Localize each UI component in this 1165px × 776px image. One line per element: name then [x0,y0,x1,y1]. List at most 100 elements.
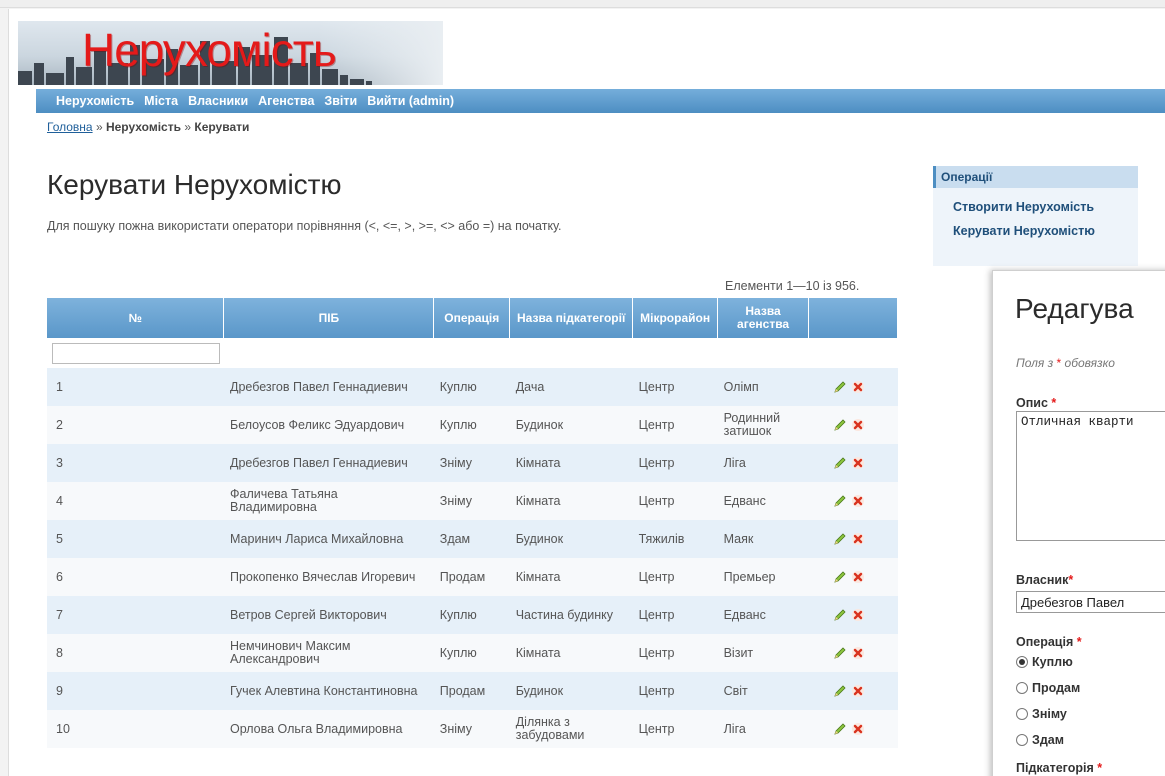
menu-item-realty[interactable]: Нерухомість [56,94,134,108]
cell-name: Ветров Сергей Викторович [223,596,434,634]
description-label: Опис * [1016,396,1056,410]
delete-cross-icon[interactable] [851,532,865,546]
table-row[interactable]: 9 Гучек Алевтина Константиновна Продам Буди… [47,672,898,710]
pencil-icon[interactable] [833,494,847,508]
menu-item-cities[interactable]: Міста [144,94,178,108]
cell-district: Центр [632,558,718,596]
radio-label: Здам [1032,733,1064,747]
edit-form-popup: Редагува Поля з * обовязко Опис * Отличн… [992,270,1165,776]
required-star: * [1051,396,1057,410]
top-strip [0,0,1165,8]
table-row[interactable]: 1 Дребезгов Павел Геннадиевич Куплю Дача Цен… [47,368,898,406]
delete-cross-icon[interactable] [851,494,865,508]
breadcrumb-separator: » [184,120,192,134]
required-star: * [1068,573,1074,587]
operation-radio-rent-give[interactable]: Здам [1016,733,1064,747]
subcategory-label: Підкатегорія * [1016,761,1102,775]
cell-number: 3 [47,444,224,482]
page: Нерухомість Нерухомість Міста Власники А… [8,9,1165,776]
operation-radio-rent-take[interactable]: Зніму [1016,707,1067,721]
logo-building [18,71,32,85]
cell-name: Прокопенко Вячеслав Игоревич [223,558,434,596]
cell-district: Центр [632,596,718,634]
site-logo[interactable]: Нерухомість [18,21,443,85]
column-header-name[interactable]: ПІБ [223,298,435,338]
radio-button[interactable] [1016,682,1028,694]
delete-cross-icon[interactable] [851,684,865,698]
cell-operation: Продам [433,672,510,710]
table-row[interactable]: 8 Немчинович Максим Александрович Куплю Кім… [47,634,898,672]
cell-agency: Едванс [717,482,809,520]
logo-building [350,79,364,85]
pencil-icon[interactable] [833,608,847,622]
manage-realty-link[interactable]: Керувати Нерухомістю [933,224,1138,238]
column-header-district[interactable]: Мікрорайон [632,298,719,338]
cell-name: Фаличева Татьяна Владимировна [223,482,434,520]
radio-button[interactable] [1016,708,1028,720]
cell-agency: Ліга [717,710,809,748]
grid-summary: Елементи 1—10 із 956. [725,279,860,293]
menu-item-reports[interactable]: Звіти [324,94,357,108]
cell-subcategory: Кімната [509,634,633,672]
cell-agency: Олімп [717,368,809,406]
column-header-subcategory[interactable]: Назва підкатегорії [509,298,634,338]
cell-agency: Візит [717,634,809,672]
column-header-operation[interactable]: Операція [433,298,511,338]
required-note-text: обовязко [1061,356,1115,370]
operations-title: Операції [933,166,1138,188]
logo-building [340,75,348,85]
cell-actions [808,634,898,672]
filter-cell [47,338,224,368]
table-row[interactable]: 6 Прокопенко Вячеслав Игоревич Продам Кімна… [47,558,898,596]
cell-number: 1 [47,368,224,406]
table-row[interactable]: 7 Ветров Сергей Викторович Куплю Частина бу… [47,596,898,634]
breadcrumb-home-link[interactable]: Головна [47,120,93,134]
delete-cross-icon[interactable] [851,418,865,432]
pencil-icon[interactable] [833,532,847,546]
radio-label: Зніму [1032,707,1067,721]
table-row[interactable]: 4 Фаличева Татьяна Владимировна Зніму Кімна… [47,482,898,520]
table-row[interactable]: 2 Белоусов Феликс Эдуардович Куплю Будинок Ц… [47,406,898,444]
number-filter-input[interactable] [52,342,220,364]
column-header-agency[interactable]: Назва агенства [717,298,810,338]
cell-name: Дребезгов Павел Геннадиевич [223,444,434,482]
cell-subcategory: Будинок [509,520,633,558]
table-row[interactable]: 3 Дребезгов Павел Геннадиевич Зніму Кімната… [47,444,898,482]
menu-item-agencies[interactable]: Агенства [258,94,314,108]
radio-label: Куплю [1032,655,1073,669]
delete-cross-icon[interactable] [851,646,865,660]
delete-cross-icon[interactable] [851,456,865,470]
breadcrumb-separator: » [95,120,103,134]
operation-radio-buy[interactable]: Куплю [1016,655,1073,669]
cell-name: Белоусов Феликс Эдуардович [223,406,434,444]
delete-cross-icon[interactable] [851,722,865,736]
delete-cross-icon[interactable] [851,380,865,394]
operation-radio-sell[interactable]: Продам [1016,681,1080,695]
pencil-icon[interactable] [833,380,847,394]
logo-building [366,81,372,85]
pencil-icon[interactable] [833,456,847,470]
cell-agency: Ліга [717,444,809,482]
cell-agency: Світ [717,672,809,710]
pencil-icon[interactable] [833,418,847,432]
pencil-icon[interactable] [833,570,847,584]
delete-cross-icon[interactable] [851,570,865,584]
menu-item-owners[interactable]: Власники [188,94,248,108]
radio-button[interactable] [1016,734,1028,746]
pencil-icon[interactable] [833,722,847,736]
description-textarea[interactable]: Отличная кварти [1016,411,1165,541]
cell-actions [808,596,898,634]
cell-subcategory: Кімната [509,444,633,482]
pencil-icon[interactable] [833,684,847,698]
owner-select[interactable]: Дребезгов Павел [1016,591,1165,613]
table-row[interactable]: 10 Орлова Ольга Владимировна Зніму Ділянка … [47,710,898,748]
pencil-icon[interactable] [833,646,847,660]
radio-button[interactable] [1016,656,1028,668]
table-row[interactable]: 5 Маринич Лариса Михайловна Здам Будинок Тяж… [47,520,898,558]
create-realty-link[interactable]: Створити Нерухомість [933,200,1138,214]
column-header-number[interactable]: № [47,298,225,338]
delete-cross-icon[interactable] [851,608,865,622]
cell-district: Центр [632,406,718,444]
menu-item-logout[interactable]: Вийти (admin) [367,94,454,108]
cell-district: Центр [632,482,718,520]
